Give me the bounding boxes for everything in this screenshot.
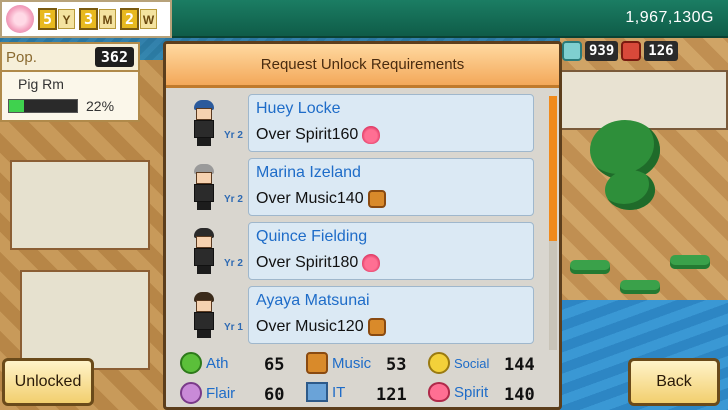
student-name: Ayaya Matsunai	[256, 292, 370, 309]
student-name: Quince Fielding	[256, 228, 368, 245]
heart-icon	[362, 126, 381, 144]
list-item[interactable]: Yr 1 Ayaya Matsunai Over Music120	[172, 286, 547, 348]
requirement-text: Over Spirit180	[256, 254, 359, 271]
student-avatar	[188, 164, 220, 210]
unlocked-button[interactable]: Unlocked	[2, 358, 94, 406]
progress-bar-fill	[9, 100, 24, 112]
list-scrollbar[interactable]	[549, 96, 557, 350]
progress-percent: 22%	[86, 98, 115, 114]
ath-icon	[180, 352, 202, 374]
cherry-blossom-icon	[6, 5, 34, 33]
top-status-bar: 1,967,130G	[172, 0, 728, 38]
flair-icon	[180, 382, 202, 404]
requirement-card: Marina Izeland Over Music140	[248, 158, 534, 216]
date-month: 3 M	[79, 8, 116, 30]
dialog-header: Request Unlock Requirements	[166, 44, 559, 88]
stat-ath-value: 65	[264, 355, 285, 375]
student-avatar	[188, 228, 220, 274]
music-icon	[367, 190, 386, 208]
room-name: Pig Rm	[18, 76, 64, 92]
date-year: 5 Y	[38, 8, 75, 30]
music-icon	[306, 352, 328, 374]
hedge	[670, 255, 710, 269]
student-name: Huey Locke	[256, 100, 341, 117]
stat-flair-value: 60	[264, 385, 285, 405]
scrollbar-thumb[interactable]	[549, 96, 557, 241]
requirement-card: Ayaya Matsunai Over Music120	[248, 286, 534, 344]
book-points: 126	[644, 41, 678, 61]
requirement-card: Huey Locke Over Spirit160	[248, 94, 534, 152]
student-name: Marina Izeland	[256, 164, 361, 181]
room-build-progress[interactable]: Pig Rm 22%	[0, 70, 140, 122]
requirement-text: Over Music140	[256, 190, 364, 207]
list-item[interactable]: Yr 2 Quince Fielding Over Spirit180	[172, 222, 547, 284]
heart-icon	[362, 254, 381, 272]
student-avatar	[188, 292, 220, 338]
student-year: Yr 2	[224, 130, 243, 141]
progress-bar	[8, 99, 78, 113]
student-year: Yr 1	[224, 322, 243, 333]
requirement-text: Over Music120	[256, 318, 364, 335]
stat-it: IT	[306, 382, 345, 402]
building	[560, 70, 728, 130]
computer-icon	[306, 382, 328, 402]
music-icon	[367, 318, 386, 336]
stat-music: Music	[306, 352, 371, 374]
social-icon	[428, 352, 450, 374]
date-week: 2 W	[120, 8, 157, 30]
population-display: Pop. 362	[0, 42, 140, 72]
back-button[interactable]: Back	[628, 358, 720, 406]
student-avatar	[188, 100, 220, 146]
research-icon	[562, 41, 582, 61]
hedge	[620, 280, 660, 294]
resource-counters: 939 126	[562, 38, 678, 64]
stat-flair: Flair	[180, 382, 235, 404]
requirement-list[interactable]: Yr 2 Huey Locke Over Spirit160 Yr 2 Mari…	[172, 94, 547, 354]
hedge	[570, 260, 610, 274]
requirement-text: Over Spirit160	[256, 126, 359, 143]
stat-social: Social	[428, 352, 489, 374]
heart-icon	[428, 382, 450, 402]
stat-spirit: Spirit	[428, 382, 488, 402]
book-icon	[621, 41, 642, 61]
classroom	[20, 270, 150, 370]
research-points: 939	[585, 41, 619, 61]
stat-spirit-value: 140	[504, 385, 535, 405]
student-year: Yr 2	[224, 194, 243, 205]
stat-ath: Ath	[180, 352, 229, 374]
request-unlock-dialog: Request Unlock Requirements Yr 2 Huey Lo…	[163, 41, 562, 410]
student-year: Yr 2	[224, 258, 243, 269]
current-stats: Ath 65 Music 53 Social 144 Flair 60 IT 1…	[172, 350, 552, 407]
dialog-title: Request Unlock Requirements	[260, 56, 465, 73]
money-display: 1,967,130G	[625, 9, 714, 26]
stat-it-value: 121	[376, 385, 407, 405]
classroom	[10, 160, 150, 250]
calendar-date: 5 Y 3 M 2 W	[0, 0, 172, 38]
list-item[interactable]: Yr 2 Huey Locke Over Spirit160	[172, 94, 547, 156]
requirement-card: Quince Fielding Over Spirit180	[248, 222, 534, 280]
list-item[interactable]: Yr 2 Marina Izeland Over Music140	[172, 158, 547, 220]
stat-social-value: 144	[504, 355, 535, 375]
tree	[605, 170, 655, 210]
stat-music-value: 53	[386, 355, 407, 375]
